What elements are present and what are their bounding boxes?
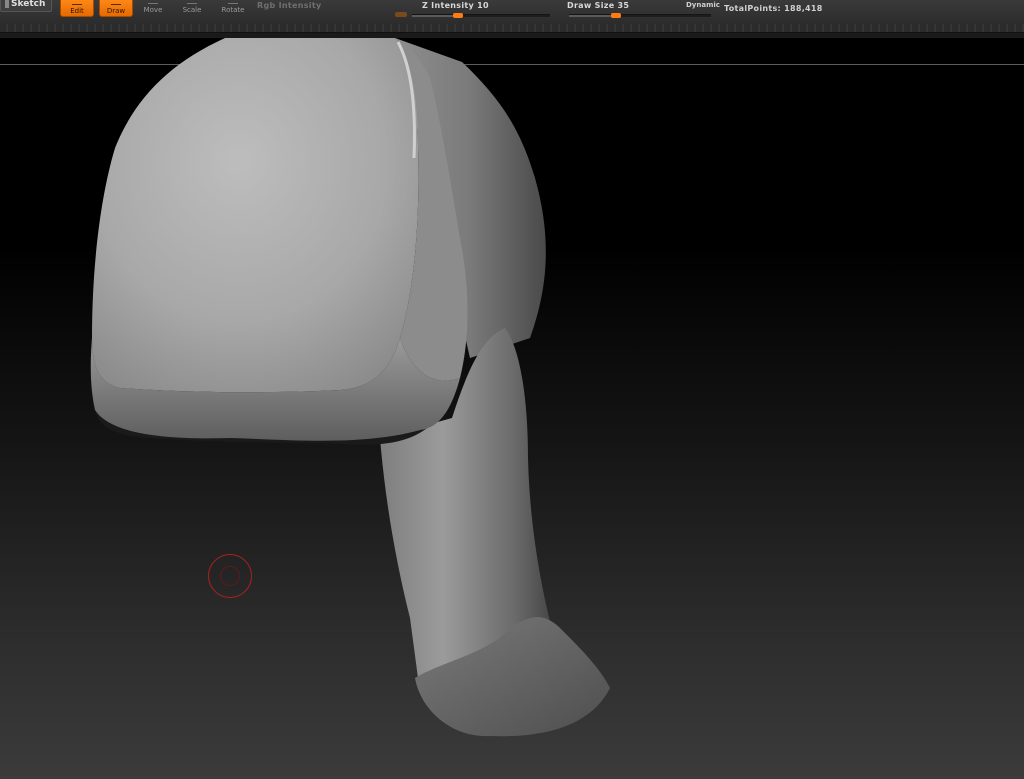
draw-icon [111,0,121,5]
draw-size-label: Draw Size 35 [567,1,630,10]
rgb-intensity-label[interactable]: Rgb Intensity [257,1,321,10]
move-icon [148,0,158,4]
rotate-button[interactable]: Rotate [216,0,250,17]
rotate-label: Rotate [221,6,245,14]
draw-size-fill [569,15,616,17]
zbrush-app: Sketch Edit Draw Move Scale Rotate Rgb I… [0,0,1024,779]
rgb-intensity-slider-knob[interactable] [395,12,407,17]
z-intensity-fill [412,15,458,17]
brush-cursor-icon [208,554,252,598]
block-face [92,38,419,393]
top-toolbar: Sketch Edit Draw Move Scale Rotate Rgb I… [0,0,1024,25]
z-intensity-slider[interactable] [412,13,550,18]
z-intensity-label: Z Intensity 10 [422,1,489,10]
scale-label: Scale [182,6,202,14]
sketch-label: Sketch [11,0,46,9]
rotate-icon [228,0,238,4]
draw-size-knob[interactable] [610,13,621,18]
draw-size-slider[interactable] [569,13,711,18]
scale-icon [187,0,197,4]
sculpt-model[interactable] [0,38,1024,779]
dynamic-button[interactable]: Dynamic [686,1,720,9]
scale-button[interactable]: Scale [175,0,209,17]
move-label: Move [143,6,163,14]
edit-label: Edit [70,7,84,15]
z-intensity-knob[interactable] [452,13,463,18]
sketch-icon [5,0,9,8]
viewport-canvas[interactable] [0,38,1024,779]
draw-button[interactable]: Draw [99,0,133,17]
toolbar-subbar [0,24,1024,33]
brush-cursor-inner [220,566,240,586]
move-button[interactable]: Move [136,0,170,17]
draw-label: Draw [106,7,126,15]
total-points-readout: TotalPoints: 188,418 [724,4,823,13]
edit-button[interactable]: Edit [60,0,94,17]
edit-icon [72,0,82,5]
sketch-button[interactable]: Sketch [0,0,52,12]
